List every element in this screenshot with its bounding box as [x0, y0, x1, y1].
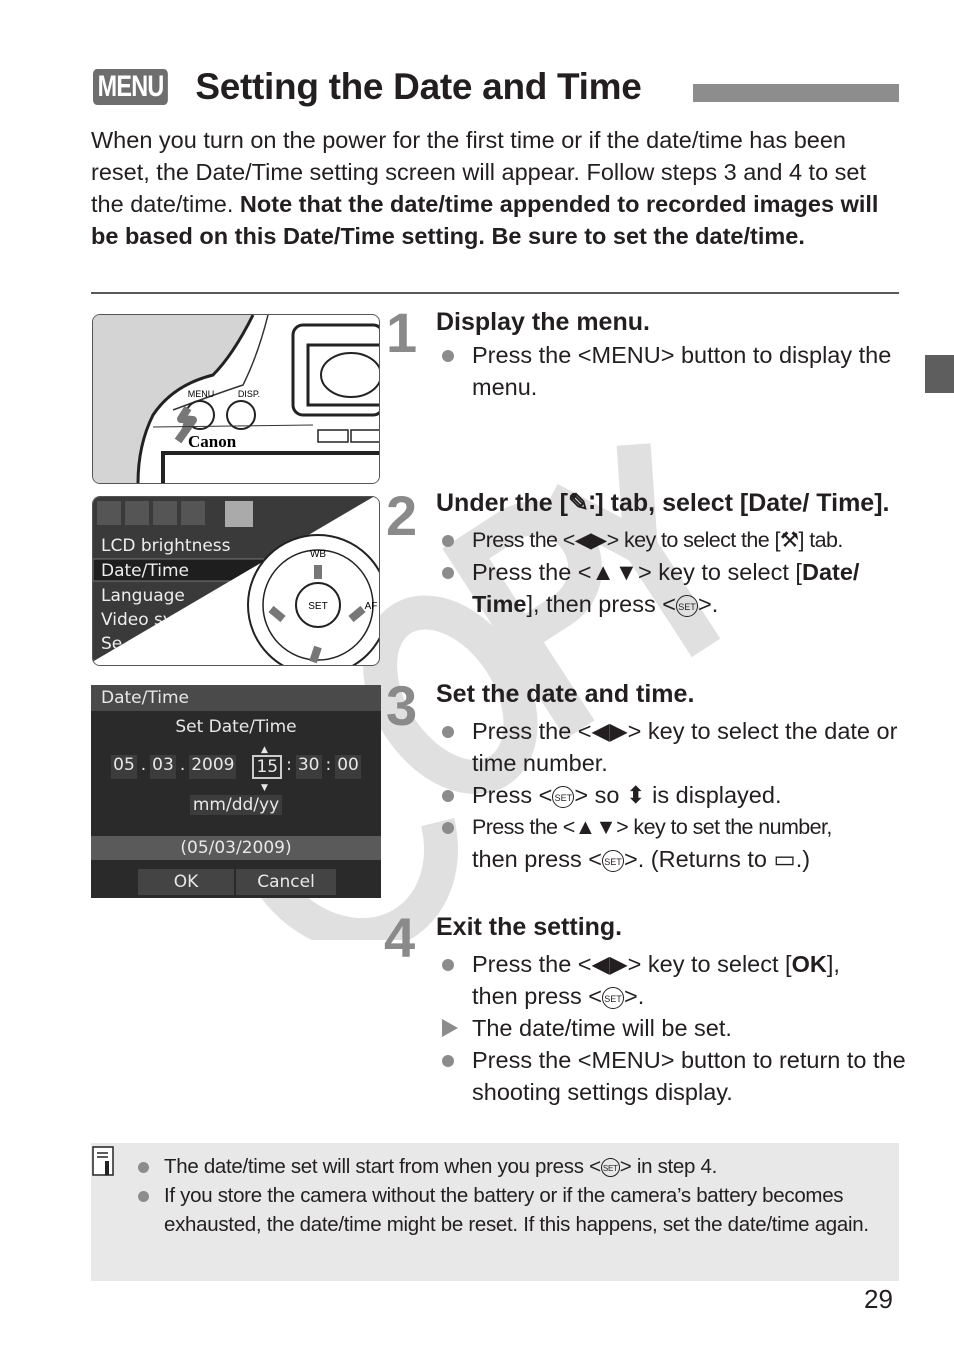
note-item-2: If you store the camera without the batt… — [138, 1181, 880, 1239]
step-4-result: The date/time will be set. — [436, 1012, 906, 1044]
lcd-date-time-fields: 05. 03. 2009 15: 30: 00 — [111, 755, 361, 779]
result-arrow-icon — [442, 1019, 458, 1037]
intro-paragraph: When you turn on the power for the first… — [91, 124, 901, 252]
step-4-bullet-1-cont: then press < SET>. — [472, 983, 645, 1009]
set-button-icon: SET — [601, 986, 624, 1009]
minute-field[interactable]: 30 — [295, 755, 322, 779]
step-1-heading: Display the menu. — [436, 308, 650, 336]
step-number-2: 2 — [386, 484, 418, 547]
down-arrow-icon: ▼ — [261, 783, 268, 793]
menu-tab-shoot1 — [97, 501, 121, 525]
date-preview: (05/03/2009) — [91, 836, 381, 860]
bullet-dot-icon — [138, 1191, 149, 1202]
note-item-1: The date/time set will start from when y… — [138, 1152, 880, 1181]
disp-button-label: DISP. — [238, 389, 260, 399]
canon-logo: Canon — [188, 432, 237, 451]
menu-tab-play — [153, 501, 177, 525]
chapter-tab-marker — [925, 355, 954, 393]
bullet-dot-icon — [138, 1162, 149, 1173]
bullet-dot-icon — [442, 350, 454, 362]
memo-note-icon — [92, 1146, 114, 1176]
month-field[interactable]: 05 — [111, 755, 137, 779]
page-title: Setting the Date and Time — [195, 66, 642, 107]
hour-field-selected[interactable]: 15 — [252, 755, 283, 779]
menu-button-label: MENU — [188, 389, 215, 399]
note-list: The date/time set will start from when y… — [138, 1152, 880, 1239]
date-time-lcd-screen: Date/Time Set Date/Time 05. 03. 2009 15:… — [91, 685, 381, 898]
page-header: MENU Setting the Date and Time — [93, 66, 642, 108]
menu-item-lcd-brightness: LCD brightness — [101, 536, 231, 556]
second-field[interactable]: 00 — [335, 755, 361, 779]
bullet-dot-icon — [442, 726, 454, 738]
step-4-bullet-1: Press the <◀▶> key to select [OK], — [436, 948, 906, 980]
step-number-4: 4 — [384, 906, 416, 969]
step-1-bullet: Press the <MENU> button to display the m… — [436, 339, 906, 403]
camera-back-drawing: MENU DISP. Canon — [93, 315, 379, 483]
menu-badge-icon: MENU — [93, 69, 169, 105]
year-field[interactable]: 2009 — [189, 755, 237, 779]
lcd-screen-title: Date/Time — [91, 685, 381, 711]
step-3-bullet-3: Press the <▲▼> key to set the number, — [436, 811, 906, 843]
step-3-heading: Set the date and time. — [436, 680, 695, 708]
step-3: Set the date and time. Press the <◀▶> ke… — [436, 677, 906, 875]
menu-tab-setup2-selected — [225, 501, 253, 527]
bullet-dot-icon — [442, 535, 454, 547]
step-1: Display the menu. Press the <MENU> butto… — [436, 305, 906, 403]
set-button-icon: SET — [600, 1158, 620, 1178]
menu-item-language: Language — [101, 586, 185, 606]
lcd-subtitle: Set Date/Time — [175, 717, 297, 737]
set-button-icon: SET — [552, 785, 575, 808]
set-button-icon: SET — [601, 849, 624, 872]
step-3-bullet-1: Press the <◀▶> key to select the date or… — [436, 715, 906, 779]
day-field[interactable]: 03 — [150, 755, 176, 779]
dial-af-label: AF — [365, 601, 378, 612]
step-3-bullet-2: Press < SET> so ⬍ is displayed. — [436, 779, 906, 811]
bullet-dot-icon — [442, 959, 454, 971]
bullet-dot-icon — [442, 822, 454, 834]
menu-item-date-time: Date/Time — [101, 561, 189, 581]
step-2-bullet-2: Press the <▲▼> key to select [Date/ Time… — [436, 556, 906, 620]
menu-tab-shoot2 — [125, 501, 149, 525]
bullet-dot-icon — [442, 790, 454, 802]
setup-tab-icon: ✎ — [567, 489, 589, 517]
step-2: Under the [✎∶] tab, select [Date/ Time].… — [436, 486, 906, 620]
lcd-ok-button[interactable]: OK — [138, 869, 234, 895]
up-arrow-icon: ▲ — [261, 745, 268, 755]
step-number-1: 1 — [386, 301, 418, 364]
page-number: 29 — [864, 1284, 893, 1314]
lcd-cancel-button[interactable]: Cancel — [236, 869, 336, 895]
menu-screen-illustration: LCD brightness Date/Time Language Video … — [92, 496, 380, 666]
step-4-bullet-2: Press the <MENU> button to return to the… — [436, 1044, 906, 1108]
section-divider — [91, 292, 899, 294]
menu-and-dial-drawing: LCD brightness Date/Time Language Video … — [93, 497, 379, 665]
camera-back-illustration: MENU DISP. Canon — [92, 314, 380, 484]
bullet-dot-icon — [442, 567, 454, 579]
step-number-3: 3 — [386, 674, 418, 737]
step-3-bullet-3-cont: then press < SET>. (Returns to ▭.) — [472, 846, 811, 872]
date-format-field[interactable]: mm/dd/yy — [189, 795, 283, 815]
dial-wb-label: WB — [310, 549, 326, 560]
dial-set-label: SET — [308, 601, 327, 612]
step-2-bullet-1: Press the <◀▶> key to select the [⚒] tab… — [436, 524, 906, 556]
set-button-icon: SET — [676, 594, 699, 617]
step-4-heading: Exit the setting. — [436, 913, 623, 941]
title-decoration-bar — [693, 84, 899, 102]
menu-tab-setup1 — [181, 501, 205, 525]
step-4: Exit the setting. Press the <◀▶> key to … — [436, 910, 906, 1108]
step-2-heading: Under the [✎∶] tab, select [Date/ Time]. — [436, 489, 890, 517]
bullet-dot-icon — [442, 1055, 454, 1067]
